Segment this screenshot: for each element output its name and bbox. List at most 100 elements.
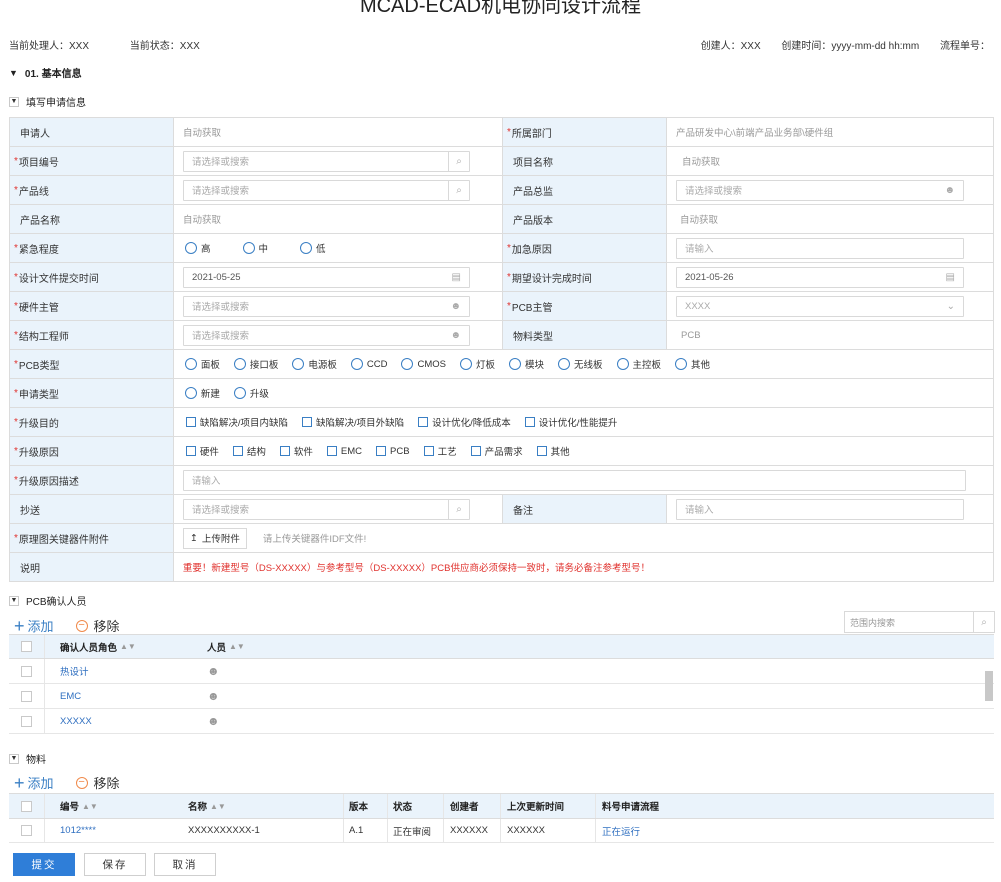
radio-icon[interactable] <box>401 358 414 370</box>
checkbox-icon[interactable] <box>418 417 429 427</box>
upgrade-reason-option[interactable]: 结构 <box>232 444 266 458</box>
upgrade-reason-option[interactable]: 其他 <box>536 444 570 458</box>
pcb-type-option[interactable]: 面板 <box>184 357 220 371</box>
row-checkbox[interactable] <box>21 715 32 727</box>
checkbox-icon[interactable] <box>376 446 387 456</box>
material-no-link[interactable]: 1012**** <box>60 825 96 836</box>
subsection-pcb-confirm[interactable]: ▼ PCB确认人员 <box>9 593 87 608</box>
pcb-type-option[interactable]: CCD <box>350 358 387 370</box>
pcb-type-option[interactable]: 灯板 <box>459 357 495 371</box>
add-button[interactable]: + 添加 <box>14 773 54 792</box>
pcb-manager-select[interactable]: XXXX ⌄ <box>676 295 964 317</box>
upgrade-reason-option[interactable]: EMC <box>326 446 362 457</box>
radio-icon[interactable] <box>292 358 305 370</box>
radio-icon[interactable] <box>459 358 472 370</box>
flow-status-link[interactable]: 正在运行 <box>602 824 640 838</box>
table-scrollbar[interactable] <box>984 657 994 734</box>
radio-icon[interactable] <box>616 358 629 370</box>
pcb-type-option[interactable]: 其他 <box>675 357 710 371</box>
radio-icon[interactable] <box>350 358 363 370</box>
save-button[interactable]: 保存 <box>84 853 146 876</box>
upgrade-reason-option[interactable]: 产品需求 <box>470 444 523 458</box>
urgency-option[interactable]: 低 <box>300 241 326 255</box>
checkbox-icon[interactable] <box>536 446 547 456</box>
apply-type-option[interactable]: 升级 <box>233 386 269 400</box>
add-button[interactable]: + 添加 <box>14 616 54 635</box>
subsection-materials[interactable]: ▼ 物料 <box>9 751 46 766</box>
calendar-icon[interactable]: ▤ <box>452 272 461 283</box>
table-row[interactable]: EMC ☻ <box>9 684 994 709</box>
search-icon[interactable]: ⌕ <box>448 151 469 171</box>
person-icon[interactable]: ☻ <box>207 664 220 678</box>
range-search-input[interactable]: 范围内搜索 ⌕ <box>844 611 995 633</box>
col-person[interactable]: 人员 ▲▼ <box>195 635 495 658</box>
radio-icon[interactable] <box>184 358 197 370</box>
remove-button[interactable]: − 移除 <box>75 773 120 792</box>
table-row[interactable]: 1012**** XXXXXXXXXX-1 A.1 正在审阅 XXXXXX XX… <box>9 819 994 843</box>
urgency-option[interactable]: 高 <box>185 241 211 255</box>
col-creator[interactable]: 创建者 <box>443 794 500 818</box>
upgrade-reason-option[interactable]: 硬件 <box>185 444 219 458</box>
select-all-checkbox[interactable] <box>21 800 32 812</box>
upgrade-purpose-option[interactable]: 设计优化/性能提升 <box>524 415 617 429</box>
person-icon[interactable]: ☻ <box>450 301 461 312</box>
table-row[interactable]: 热设计 ☻ <box>9 659 994 684</box>
person-icon[interactable]: ☻ <box>207 689 220 703</box>
upgrade-desc-input[interactable]: 请输入 <box>182 469 966 491</box>
upgrade-reason-option[interactable]: PCB <box>376 446 410 457</box>
remove-button[interactable]: − 移除 <box>75 616 120 635</box>
search-icon[interactable]: ⌕ <box>448 180 469 200</box>
collapse-toggle-icon[interactable]: ▼ <box>9 753 19 764</box>
scrollbar-thumb[interactable] <box>985 671 993 701</box>
radio-icon[interactable] <box>185 242 197 254</box>
product-director-input[interactable]: 请选择或搜索 ☻ <box>676 179 964 201</box>
remark-input[interactable]: 请输入 <box>676 498 964 520</box>
upload-button[interactable]: ↥ 上传附件 <box>182 527 247 549</box>
radio-icon[interactable] <box>558 358 571 370</box>
person-icon[interactable]: ☻ <box>207 714 220 728</box>
upgrade-reason-option[interactable]: 软件 <box>279 444 313 458</box>
radio-icon[interactable] <box>233 358 246 370</box>
hw-manager-input[interactable]: 请选择或搜索 ☻ <box>183 295 470 317</box>
design-submit-date-input[interactable]: 2021-05-25 ▤ <box>183 266 470 288</box>
col-flow[interactable]: 料号申请流程 <box>595 794 715 818</box>
pcb-type-option[interactable]: CMOS <box>401 358 446 370</box>
checkbox-icon[interactable] <box>185 446 196 456</box>
checkbox-icon[interactable] <box>232 446 243 456</box>
select-all-checkbox[interactable] <box>21 641 32 652</box>
pcb-type-option[interactable]: 电源板 <box>292 357 337 371</box>
checkbox-icon[interactable] <box>279 446 290 456</box>
pcb-type-option[interactable]: 主控板 <box>616 357 661 371</box>
project-no-input[interactable]: 请选择或搜索 ⌕ <box>183 150 470 172</box>
urgent-reason-input[interactable]: 请输入 <box>676 237 964 259</box>
upgrade-purpose-option[interactable]: 设计优化/降低成本 <box>418 415 511 429</box>
role-link[interactable]: EMC <box>60 691 81 702</box>
col-name[interactable]: 名称 ▲▼ <box>173 794 343 818</box>
collapse-toggle-icon[interactable]: ▼ <box>9 96 19 107</box>
radio-icon[interactable] <box>242 242 255 254</box>
checkbox-icon[interactable] <box>423 446 434 456</box>
radio-icon[interactable] <box>675 358 688 370</box>
cc-input[interactable]: 请选择或搜索 ⌕ <box>183 498 470 520</box>
checkbox-icon[interactable] <box>185 417 196 427</box>
col-updated[interactable]: 上次更新时间 <box>500 794 595 818</box>
struct-engineer-input[interactable]: 请选择或搜索 ☻ <box>183 324 470 346</box>
collapse-triangle-icon[interactable]: ▼ <box>9 68 18 78</box>
radio-icon[interactable] <box>509 358 521 370</box>
collapse-toggle-icon[interactable]: ▼ <box>9 595 19 606</box>
chevron-down-icon[interactable]: ⌄ <box>947 301 955 312</box>
radio-icon[interactable] <box>184 387 197 399</box>
expected-finish-date-input[interactable]: 2021-05-26 ▤ <box>676 266 964 288</box>
col-status[interactable]: 状态 <box>387 794 443 818</box>
role-link[interactable]: 热设计 <box>60 664 89 678</box>
checkbox-icon[interactable] <box>301 417 312 427</box>
search-icon[interactable]: ⌕ <box>973 612 994 632</box>
checkbox-icon[interactable] <box>524 417 535 427</box>
row-checkbox[interactable] <box>21 825 32 836</box>
pcb-type-option[interactable]: 接口板 <box>233 357 278 371</box>
row-checkbox[interactable] <box>21 665 32 677</box>
product-line-input[interactable]: 请选择或搜索 ⌕ <box>183 179 470 201</box>
cancel-button[interactable]: 取消 <box>154 853 216 876</box>
section-basic-info[interactable]: ▼ 01. 基本信息 <box>9 65 82 81</box>
radio-icon[interactable] <box>300 242 313 254</box>
